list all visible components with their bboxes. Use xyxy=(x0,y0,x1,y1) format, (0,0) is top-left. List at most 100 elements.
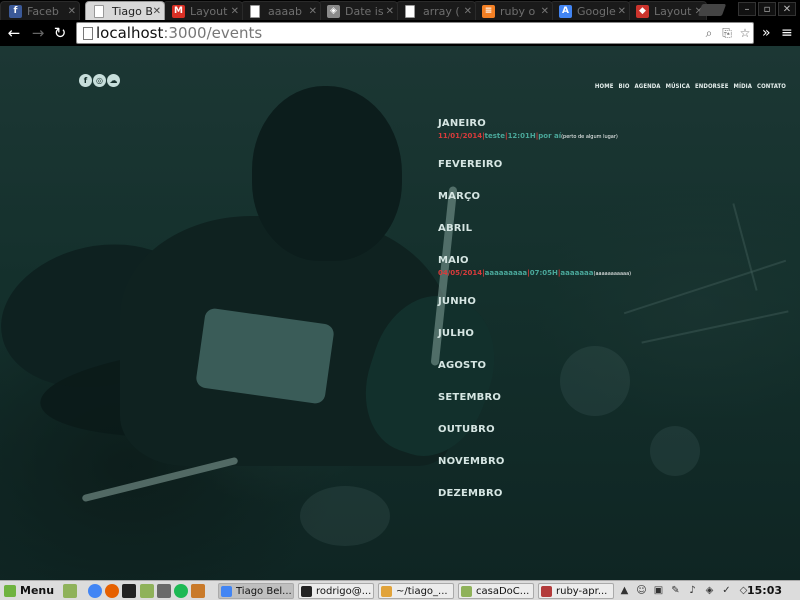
taskbar-task[interactable]: ruby-apr... xyxy=(538,583,614,599)
url-text: localhost:3000/events xyxy=(96,24,263,42)
spotify-launcher-icon[interactable] xyxy=(174,584,188,598)
instagram-icon[interactable]: ◎ xyxy=(93,74,106,87)
tab-close-icon[interactable]: ✕ xyxy=(153,2,161,20)
browser-tab[interactable]: A Google ✕ xyxy=(550,1,630,20)
tab-close-icon[interactable]: ✕ xyxy=(541,2,549,20)
browser-tab-label: array ( xyxy=(423,5,460,18)
nav-link[interactable]: AGENDA xyxy=(635,83,661,90)
taskbar-task[interactable]: casaDoC... xyxy=(458,583,534,599)
browser-tab[interactable]: ≡ ruby o ✕ xyxy=(473,1,553,20)
close-window-button[interactable]: ✕ xyxy=(778,2,796,16)
app-launcher-icon[interactable] xyxy=(191,584,205,598)
event-title: teste xyxy=(484,132,505,140)
nav-link[interactable]: MÚSICA xyxy=(666,83,690,90)
nav-link[interactable]: BIO xyxy=(619,83,630,90)
minimize-button[interactable]: – xyxy=(738,2,756,16)
taskbar-task-label: ~/tiago_... xyxy=(396,586,448,597)
event-title: aaaaaaaaa xyxy=(484,269,528,277)
user-icon[interactable]: ☺ xyxy=(635,584,648,597)
taskbar-task[interactable]: ~/tiago_... xyxy=(378,583,454,599)
chrome-icon xyxy=(221,586,232,597)
mint-logo-icon xyxy=(4,585,16,597)
tab-close-icon[interactable]: ✕ xyxy=(68,2,76,20)
browser-tab[interactable]: array ( ✕ xyxy=(396,1,476,20)
browser-tab-label: Faceb xyxy=(27,5,59,18)
network-icon[interactable]: ▲ xyxy=(618,584,631,597)
browser-tab[interactable]: f Faceb ✕ xyxy=(0,1,80,20)
pin-icon[interactable]: ✎ xyxy=(669,584,682,597)
forward-arrow-icon[interactable]: → xyxy=(28,23,48,43)
taskbar-task-label: ruby-apr... xyxy=(556,586,608,597)
tab-close-icon[interactable]: ✕ xyxy=(386,2,394,20)
document-icon xyxy=(250,5,260,18)
maximize-button[interactable]: ▫ xyxy=(758,2,776,16)
translate-icon[interactable]: ⎘ xyxy=(719,25,735,41)
browser-tab-label: ruby o xyxy=(500,5,536,18)
taskbar: Menu ▲ ☺ ▣ ✎ ♪ ◈ ✓ ◇ 15:03 Tiago Bel... r… xyxy=(0,580,800,600)
address-bar[interactable]: localhost:3000/events ⌕ ⎘ ☆ xyxy=(76,22,754,44)
update-icon[interactable]: ✓ xyxy=(720,584,733,597)
clock[interactable]: 15:03 xyxy=(747,583,782,599)
event-date: 11/01/2014 xyxy=(438,132,483,140)
event-item[interactable]: 11/01/2014|teste|12:01H|por aí(perto de … xyxy=(438,132,618,140)
editor-launcher-icon[interactable] xyxy=(157,584,171,598)
shield-icon[interactable]: ◈ xyxy=(703,584,716,597)
back-arrow-icon[interactable]: ← xyxy=(4,23,24,43)
chrome-menu-icon[interactable]: ≡ xyxy=(781,23,793,43)
month-heading: MAIO xyxy=(438,255,469,266)
extensions-chevron-icon[interactable]: » xyxy=(762,23,771,43)
taskbar-task[interactable]: Tiago Bel... xyxy=(218,583,294,599)
ruby-icon: ◆ xyxy=(636,5,649,18)
tab-close-icon[interactable]: ✕ xyxy=(618,2,626,20)
month-heading: OUTUBRO xyxy=(438,424,495,435)
volume-icon[interactable]: ♪ xyxy=(686,584,699,597)
new-tab-button[interactable] xyxy=(697,4,727,16)
files-launcher-icon[interactable] xyxy=(140,584,154,598)
nav-link[interactable]: ENDORSEE xyxy=(695,83,729,90)
event-place: aaaaaaa xyxy=(560,269,594,277)
browser-tab-label: aaaab xyxy=(268,5,302,18)
browser-tab[interactable]: Tiago B ✕ xyxy=(85,1,165,20)
nav-link[interactable]: MÍDIA xyxy=(733,83,752,90)
show-desktop-icon[interactable] xyxy=(63,584,77,598)
search-icon[interactable]: ⌕ xyxy=(701,25,717,41)
taskbar-task-label: Tiago Bel... xyxy=(236,586,292,597)
month-heading: DEZEMBRO xyxy=(438,488,503,499)
folder-icon xyxy=(461,586,472,597)
event-place: por aí xyxy=(538,132,562,140)
event-note: (perto de algum lugar) xyxy=(561,134,618,140)
facebook-icon[interactable]: f xyxy=(79,74,92,87)
browser-tab[interactable]: ◈ Date is ✕ xyxy=(318,1,398,20)
event-time: 07:05H xyxy=(529,269,558,277)
browser-tab[interactable]: aaaab ✕ xyxy=(241,1,321,20)
chrome-launcher-icon[interactable] xyxy=(88,584,102,598)
month-heading: NOVEMBRO xyxy=(438,456,505,467)
month-heading: FEVEREIRO xyxy=(438,159,503,170)
event-item[interactable]: 04/05/2014|aaaaaaaaa|07:05H|aaaaaaa(aaaa… xyxy=(438,269,631,277)
tab-close-icon[interactable]: ✕ xyxy=(231,2,239,20)
taskbar-task-label: rodrigo@... xyxy=(316,586,372,597)
device-icon[interactable]: ▣ xyxy=(652,584,665,597)
tab-close-icon[interactable]: ✕ xyxy=(309,2,317,20)
soundcloud-icon[interactable]: ☁ xyxy=(107,74,120,87)
document-icon xyxy=(405,5,415,18)
terminal-icon xyxy=(301,586,312,597)
reload-icon[interactable]: ↻ xyxy=(50,23,70,43)
tab-close-icon[interactable]: ✕ xyxy=(464,2,472,20)
start-menu-button[interactable]: Menu xyxy=(2,583,60,599)
taskbar-task[interactable]: rodrigo@... xyxy=(298,583,374,599)
nav-link[interactable]: HOME xyxy=(595,83,614,90)
browser-tab-label: Layout xyxy=(654,5,692,18)
browser-tabstrip: ◆Layout✕AGoogle✕≡ruby o✕array (✕◈Date is… xyxy=(0,0,800,20)
event-note: (aaaaaaaaaaa) xyxy=(593,271,632,277)
browser-tab[interactable]: M Layout ✕ xyxy=(163,1,243,20)
nav-link[interactable]: CONTATO xyxy=(757,83,786,90)
month-heading: JULHO xyxy=(438,328,475,339)
stack-icon: ≡ xyxy=(482,5,495,18)
event-time: 12:01H xyxy=(507,132,536,140)
browser-toolbar: ← → ↻ localhost:3000/events ⌕ ⎘ ☆ » ≡ xyxy=(0,20,800,46)
browser-tab[interactable]: ◆Layout✕ xyxy=(627,1,707,20)
firefox-launcher-icon[interactable] xyxy=(105,584,119,598)
star-icon[interactable]: ☆ xyxy=(737,25,753,41)
terminal-launcher-icon[interactable] xyxy=(122,584,136,598)
